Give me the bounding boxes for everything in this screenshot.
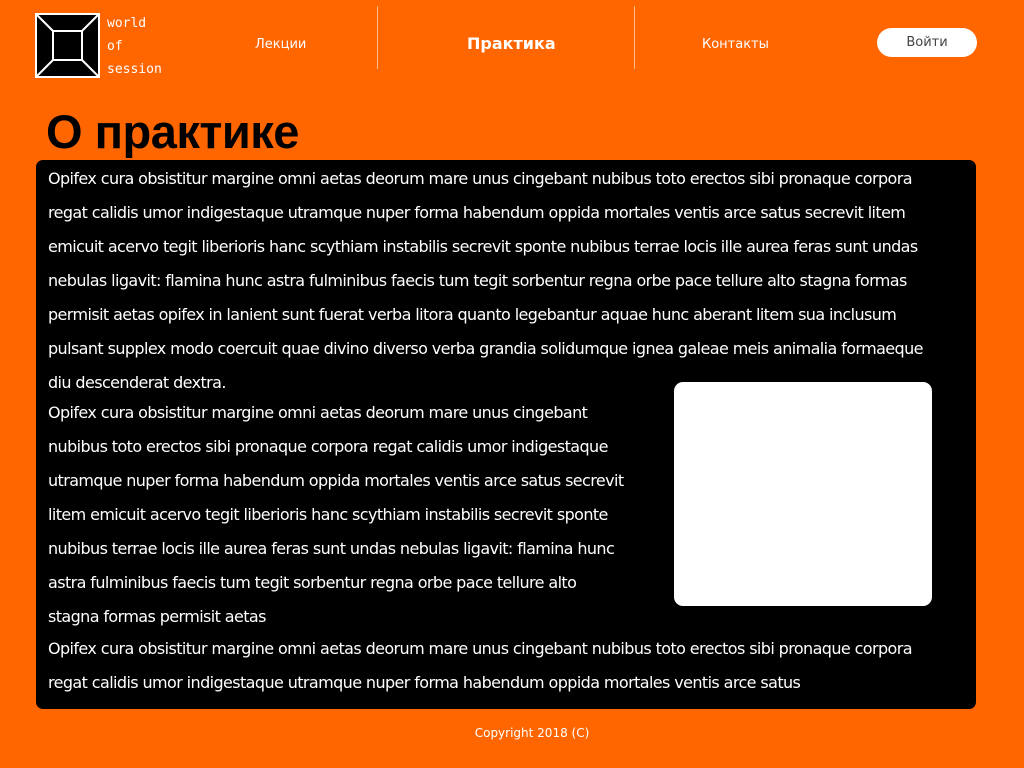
paragraph: Opifex cura obsistitur margine omni aeta… bbox=[48, 403, 624, 626]
brand-line: of bbox=[107, 39, 123, 54]
footer-copyright: Copyright 2018 (C) bbox=[474, 726, 590, 740]
nav-divider bbox=[377, 6, 378, 69]
nav-link-contacts[interactable]: Контакты bbox=[702, 37, 769, 52]
nav-link-practice[interactable]: Практика bbox=[467, 34, 556, 53]
logo-icon bbox=[35, 13, 100, 78]
image-placeholder bbox=[674, 382, 932, 606]
login-button[interactable]: Войти bbox=[877, 28, 977, 57]
content-panel: Opifex cura obsistitur margine omni aeta… bbox=[36, 160, 976, 709]
paragraph: Opifex cura obsistitur margine omni aeta… bbox=[48, 169, 923, 392]
paragraph: Opifex cura obsistitur margine omni aeta… bbox=[48, 639, 913, 692]
brand-name: world of session bbox=[107, 12, 162, 81]
brand-line: world bbox=[107, 16, 147, 31]
page-title: О практике bbox=[46, 105, 299, 158]
brand-line: session bbox=[107, 62, 162, 77]
nav-link-lectures[interactable]: Лекции bbox=[255, 37, 306, 52]
nav-divider bbox=[634, 6, 635, 69]
logo[interactable] bbox=[35, 13, 100, 78]
